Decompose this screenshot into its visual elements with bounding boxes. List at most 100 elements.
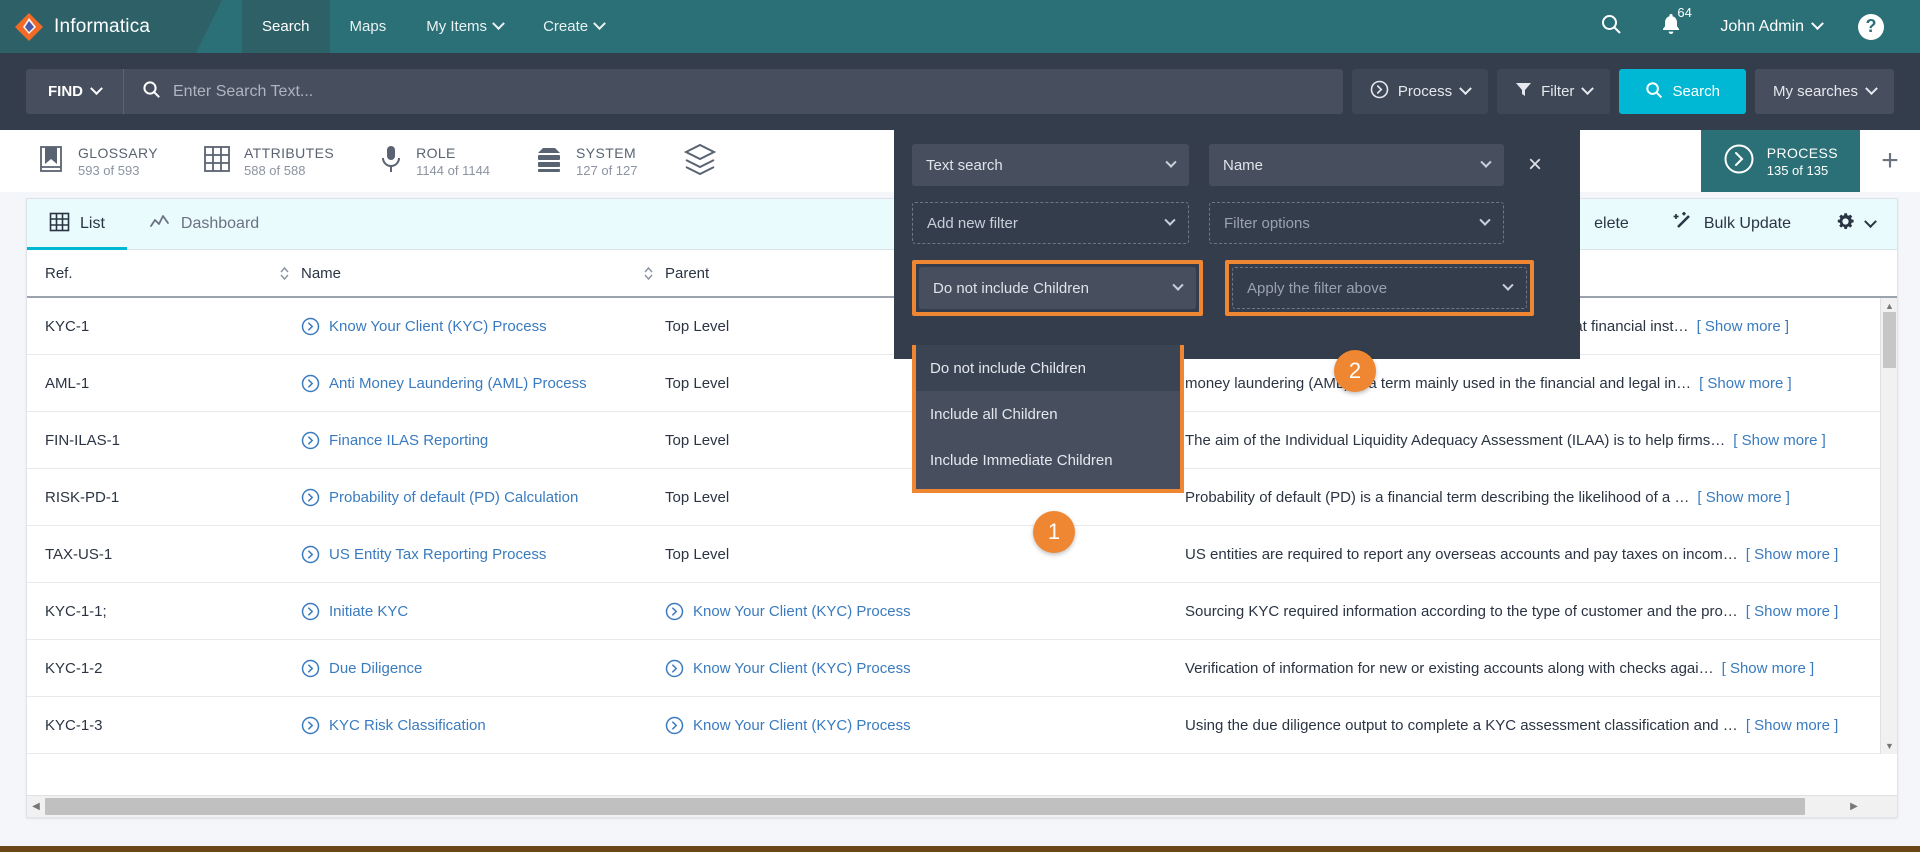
- global-search-button[interactable]: [1584, 0, 1638, 53]
- nav-item-label: My Items: [426, 18, 488, 35]
- filter-options-select[interactable]: Filter options: [1209, 202, 1504, 244]
- show-more-link[interactable]: [ Show more ]: [1699, 375, 1792, 392]
- brand-logo[interactable]: Informatica: [0, 0, 222, 53]
- process-type-button[interactable]: Process: [1351, 69, 1489, 114]
- nav-item-maps[interactable]: Maps: [330, 0, 407, 53]
- column-header-ref[interactable]: Ref.: [45, 265, 267, 282]
- vertical-scroll-thumb[interactable]: [1883, 312, 1896, 368]
- sort-ref-button[interactable]: [267, 265, 301, 282]
- search-input[interactable]: Enter Search Text...: [173, 83, 313, 101]
- filter-row-1: Text search Name ×: [912, 144, 1562, 186]
- process-arrow-icon: [1370, 80, 1389, 103]
- show-more-link[interactable]: [ Show more ]: [1746, 603, 1839, 620]
- cell-parent[interactable]: Know Your Client (KYC) Process: [665, 602, 1185, 621]
- show-more-link[interactable]: [ Show more ]: [1746, 546, 1839, 563]
- show-more-link[interactable]: [ Show more ]: [1697, 489, 1790, 506]
- help-button[interactable]: ?: [1844, 0, 1898, 53]
- row-name-link[interactable]: Anti Money Laundering (AML) Process: [329, 375, 587, 392]
- facet-more-layers[interactable]: [660, 130, 740, 192]
- notifications-button[interactable]: 64: [1644, 0, 1698, 53]
- row-name-link[interactable]: Probability of default (PD) Calculation: [329, 489, 578, 506]
- row-name-link[interactable]: KYC Risk Classification: [329, 717, 486, 734]
- nav-item-search[interactable]: Search: [242, 0, 330, 53]
- table-row[interactable]: TAX-US-1 US Entity Tax Reporting Process…: [27, 526, 1897, 583]
- show-more-link[interactable]: [ Show more ]: [1722, 660, 1815, 677]
- cell-name[interactable]: KYC Risk Classification: [301, 716, 631, 735]
- row-name-link[interactable]: Know Your Client (KYC) Process: [329, 318, 547, 335]
- filter-button[interactable]: Filter: [1497, 69, 1611, 114]
- dropdown-option-do-not-include[interactable]: Do not include Children: [916, 345, 1180, 391]
- add-facet-button[interactable]: +: [1860, 130, 1920, 192]
- show-more-link[interactable]: [ Show more ]: [1697, 318, 1790, 335]
- scroll-down-arrow[interactable]: ▼: [1881, 738, 1898, 754]
- add-new-filter-select[interactable]: Add new filter: [912, 202, 1189, 244]
- tab-dashboard[interactable]: Dashboard: [127, 199, 281, 250]
- cell-name[interactable]: Initiate KYC: [301, 602, 631, 621]
- vertical-scrollbar[interactable]: ▲ ▼: [1880, 298, 1897, 754]
- cell-parent[interactable]: Know Your Client (KYC) Process: [665, 659, 1185, 678]
- close-icon[interactable]: ×: [1528, 151, 1542, 179]
- settings-button[interactable]: [1813, 199, 1897, 250]
- cell-name[interactable]: Due Diligence: [301, 659, 631, 678]
- table-row[interactable]: KYC-1-2 Due Diligence Know Your Client (…: [27, 640, 1897, 697]
- row-name-link[interactable]: US Entity Tax Reporting Process: [329, 546, 546, 563]
- cell-name[interactable]: Anti Money Laundering (AML) Process: [301, 374, 631, 393]
- search-input-wrapper[interactable]: Enter Search Text...: [124, 80, 1343, 104]
- bulk-update-button[interactable]: Bulk Update: [1651, 199, 1813, 250]
- filter-field-select[interactable]: Name: [1209, 144, 1504, 186]
- find-dropdown[interactable]: FIND: [26, 69, 124, 114]
- cell-name[interactable]: Probability of default (PD) Calculation: [301, 488, 631, 507]
- show-more-link[interactable]: [ Show more ]: [1746, 717, 1839, 734]
- row-parent-value[interactable]: Know Your Client (KYC) Process: [693, 660, 911, 677]
- facet-system[interactable]: SYSTEM 127 of 127: [512, 130, 659, 192]
- table-row[interactable]: KYC-1-3 KYC Risk Classification Know You…: [27, 697, 1897, 754]
- nav-item-create[interactable]: Create: [523, 0, 624, 53]
- cell-parent[interactable]: Know Your Client (KYC) Process: [665, 716, 1185, 735]
- row-description: money laundering (AML) is a term mainly …: [1185, 374, 1692, 392]
- cell-name[interactable]: US Entity Tax Reporting Process: [301, 545, 631, 564]
- facet-count: 127 of 127: [576, 162, 638, 178]
- table-row[interactable]: KYC-1-1; Initiate KYC Know Your Client (…: [27, 583, 1897, 640]
- dropdown-option-include-immediate[interactable]: Include Immediate Children: [916, 437, 1180, 483]
- apply-filter-select[interactable]: Apply the filter above: [1232, 267, 1527, 309]
- search-field-group: FIND Enter Search Text...: [26, 69, 1343, 114]
- delete-button[interactable]: elete: [1572, 199, 1651, 250]
- tab-list[interactable]: List: [27, 199, 127, 250]
- process-arrow-icon: [301, 431, 320, 450]
- row-name-link[interactable]: Initiate KYC: [329, 603, 408, 620]
- show-more-link[interactable]: [ Show more ]: [1733, 432, 1826, 449]
- layers-icon: [682, 142, 718, 181]
- horizontal-scrollbar[interactable]: ◀ ▶: [27, 795, 1897, 817]
- row-name-link[interactable]: Due Diligence: [329, 660, 422, 677]
- scroll-right-arrow[interactable]: ▶: [1845, 801, 1863, 812]
- scroll-left-arrow[interactable]: ◀: [27, 801, 45, 812]
- row-parent-value[interactable]: Know Your Client (KYC) Process: [693, 717, 911, 734]
- application-window: Informatica Search Maps My Items Create: [0, 0, 1920, 852]
- column-header-name[interactable]: Name: [301, 265, 631, 282]
- horizontal-scroll-thumb[interactable]: [45, 798, 1805, 815]
- children-scope-select[interactable]: Do not include Children: [919, 267, 1196, 309]
- facet-name: PROCESS: [1766, 144, 1838, 161]
- sort-name-button[interactable]: [631, 265, 665, 282]
- filter-label: Filter: [1541, 83, 1575, 100]
- column-label: Name: [301, 264, 342, 282]
- cell-name[interactable]: Know Your Client (KYC) Process: [301, 317, 631, 336]
- nav-item-my-items[interactable]: My Items: [406, 0, 523, 53]
- row-parent-value[interactable]: Know Your Client (KYC) Process: [693, 603, 911, 620]
- delete-label: elete: [1594, 215, 1629, 232]
- filter-type-select[interactable]: Text search: [912, 144, 1189, 186]
- facet-attributes[interactable]: ATTRIBUTES 588 of 588: [180, 130, 356, 192]
- facet-role[interactable]: ROLE 1144 of 1144: [356, 130, 512, 192]
- cell-description: Probability of default (PD) is a financi…: [1185, 489, 1897, 506]
- my-searches-button[interactable]: My searches: [1754, 69, 1894, 114]
- row-name-link[interactable]: Finance ILAS Reporting: [329, 432, 488, 449]
- row-description: Using the due diligence output to comple…: [1185, 716, 1738, 734]
- search-submit-button[interactable]: Search: [1619, 69, 1746, 114]
- cell-name[interactable]: Finance ILAS Reporting: [301, 431, 631, 450]
- facet-process[interactable]: PROCESS 135 of 135: [1700, 130, 1860, 192]
- facet-text: PROCESS 135 of 135: [1767, 145, 1838, 178]
- user-menu-button[interactable]: John Admin: [1704, 0, 1838, 53]
- dropdown-option-include-all[interactable]: Include all Children: [916, 391, 1180, 437]
- facet-glossary[interactable]: GLOSSARY 593 of 593: [14, 130, 180, 192]
- row-parent-value: Top Level: [665, 374, 730, 392]
